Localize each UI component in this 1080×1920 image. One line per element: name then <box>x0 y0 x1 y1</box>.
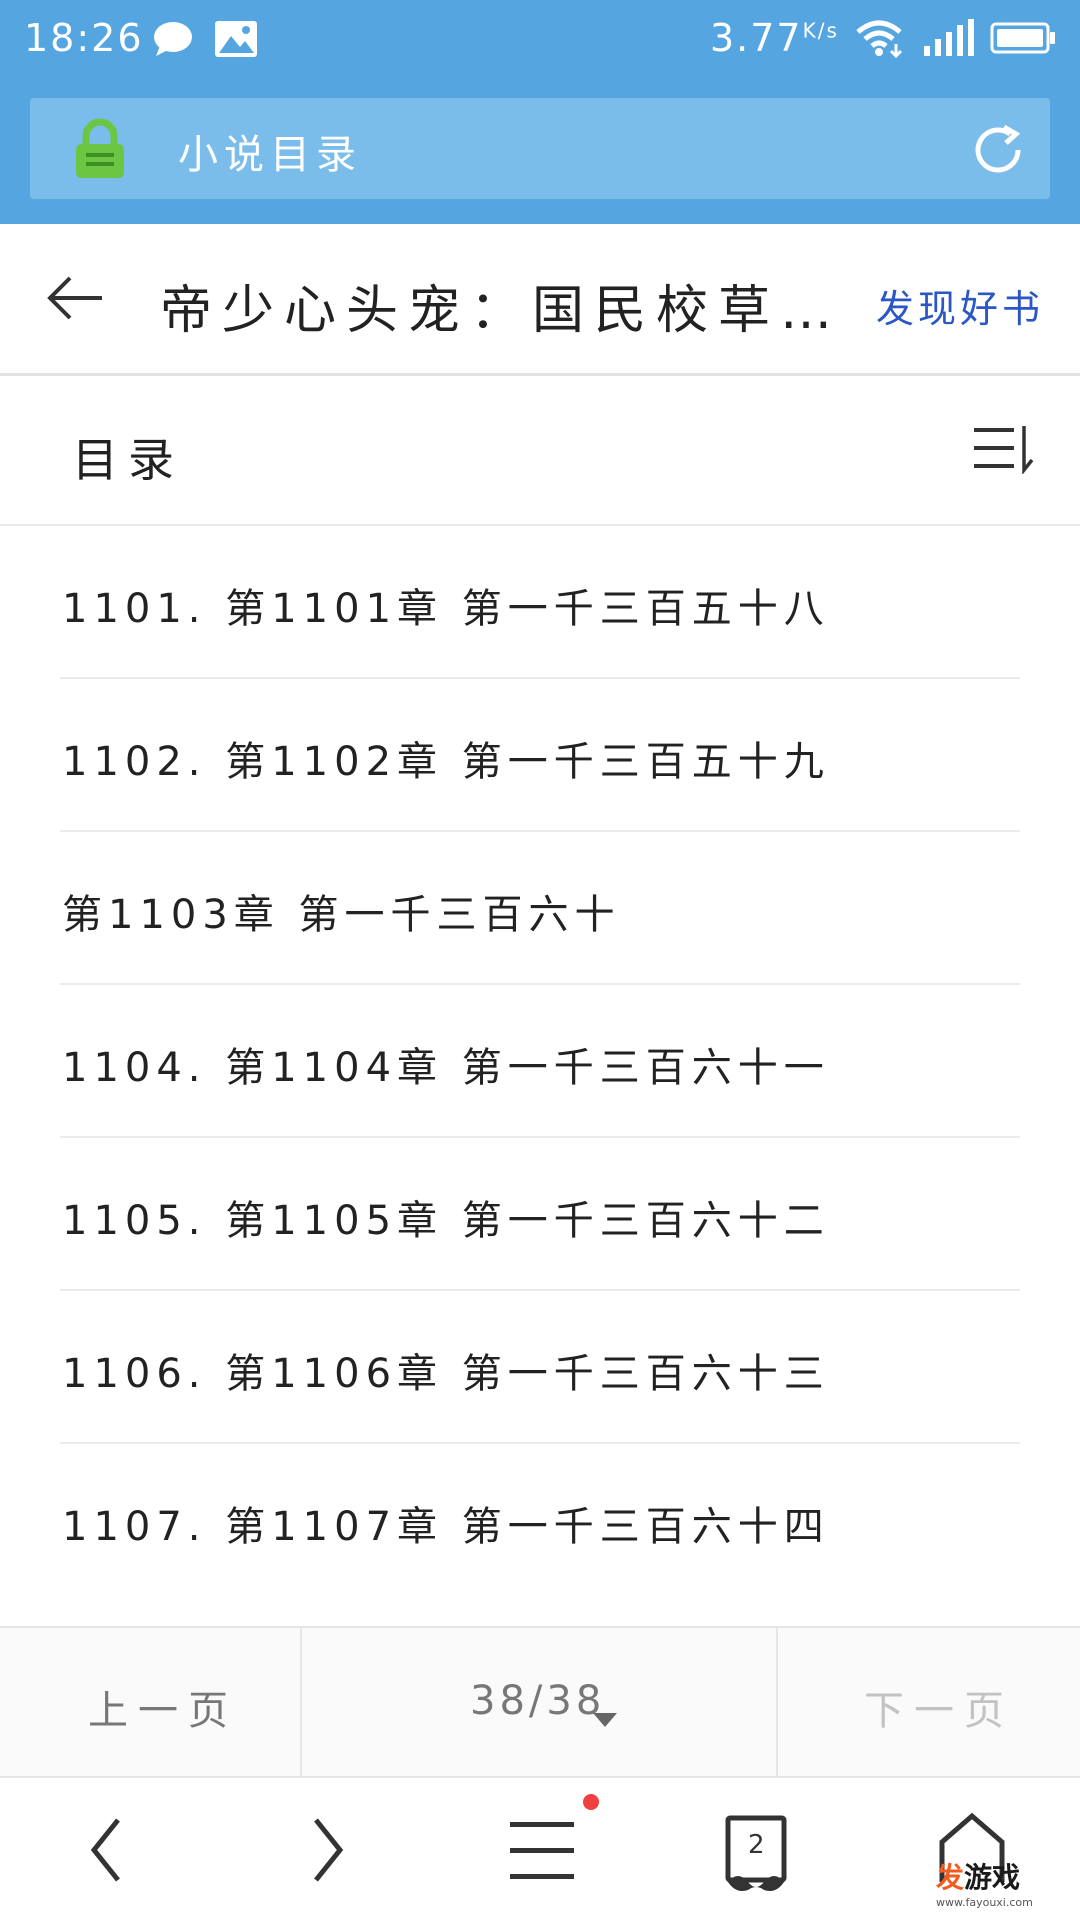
address-text: 小说目录 <box>178 132 362 178</box>
chapter-title: 1107. 第1107章 第一千三百六十四 <box>62 1504 830 1550</box>
chapter-title: 第1103章 第一千三百六十 <box>62 892 621 938</box>
chapter-item[interactable]: 1106. 第1106章 第一千三百六十三 <box>60 1291 1020 1444</box>
chapter-item[interactable]: 第1103章 第一千三百六十 <box>60 832 1020 985</box>
chapter-title: 1101. 第1101章 第一千三百五十八 <box>62 586 830 632</box>
chapter-title: 1105. 第1105章 第一千三百六十二 <box>62 1198 830 1244</box>
back-arrow-icon[interactable] <box>46 274 104 326</box>
top-bar: 18:26 3.77K/s 小说目录 <box>0 0 1080 224</box>
catalog-header: 目录 <box>0 378 1080 526</box>
network-speed: 3.77K/s <box>710 16 839 60</box>
nav-forward-icon[interactable] <box>278 1778 374 1920</box>
chat-bubble-icon <box>152 20 194 64</box>
sort-icon[interactable] <box>970 422 1036 478</box>
image-icon <box>214 20 258 62</box>
caret-down-icon <box>592 1692 618 1738</box>
signal-icon <box>922 18 976 62</box>
catalog-label: 目录 <box>72 433 184 487</box>
next-page-label: 下一页 <box>864 1688 1014 1734</box>
notification-dot <box>583 1794 599 1810</box>
next-page-button[interactable]: 下一页 <box>778 1628 1080 1776</box>
address-bar[interactable]: 小说目录 <box>30 98 1050 199</box>
chapter-title: 1104. 第1104章 第一千三百六十一 <box>62 1045 830 1091</box>
lock-icon <box>70 118 130 184</box>
chapter-item[interactable]: 1104. 第1104章 第一千三百六十一 <box>60 985 1020 1138</box>
prev-page-button[interactable]: 上一页 <box>0 1628 302 1776</box>
page-select[interactable]: 38/38 <box>302 1628 778 1776</box>
chapter-item[interactable]: 1102. 第1102章 第一千三百五十九 <box>60 679 1020 832</box>
tabs-icon[interactable]: 2 <box>708 1778 804 1920</box>
chapter-list: 1101. 第1101章 第一千三百五十八 1102. 第1102章 第一千三百… <box>0 526 1080 1597</box>
chapter-item[interactable]: 1105. 第1105章 第一千三百六十二 <box>60 1138 1020 1291</box>
battery-icon <box>990 22 1056 58</box>
book-title: 帝少心头宠：国民校草… <box>160 281 843 341</box>
watermark-url: www.fayouxi.com <box>936 1896 1033 1909</box>
chapter-item[interactable]: 1101. 第1101章 第一千三百五十八 <box>60 526 1020 679</box>
tab-count: 2 <box>748 1830 765 1860</box>
status-time: 18:26 <box>24 16 144 60</box>
discover-books-link[interactable]: 发现好书 <box>876 278 1044 333</box>
screen: 18:26 3.77K/s 小说目录 帝少心头宠：国民校草… 发现好书 目录 1… <box>0 0 1080 1920</box>
wifi-icon <box>854 18 904 62</box>
prev-page-label: 上一页 <box>88 1688 238 1734</box>
nav-back-icon[interactable] <box>60 1778 156 1920</box>
chapter-title: 1106. 第1106章 第一千三百六十三 <box>62 1351 830 1397</box>
status-bar: 18:26 3.77K/s <box>0 0 1080 80</box>
page-header: 帝少心头宠：国民校草… 发现好书 <box>0 224 1080 376</box>
chapter-title: 1102. 第1102章 第一千三百五十九 <box>62 739 830 785</box>
menu-icon[interactable] <box>494 1778 590 1920</box>
bottom-nav: 2 <box>0 1776 1080 1920</box>
page-indicator: 38/38 <box>470 1678 606 1724</box>
chapter-item[interactable]: 1107. 第1107章 第一千三百六十四 <box>60 1444 1020 1597</box>
pager: 上一页 38/38 下一页 <box>0 1626 1080 1776</box>
watermark: 发游戏 www.fayouxi.com <box>936 1856 1033 1909</box>
watermark-brand: 发游戏 <box>936 1861 1021 1894</box>
refresh-icon[interactable] <box>972 124 1028 180</box>
